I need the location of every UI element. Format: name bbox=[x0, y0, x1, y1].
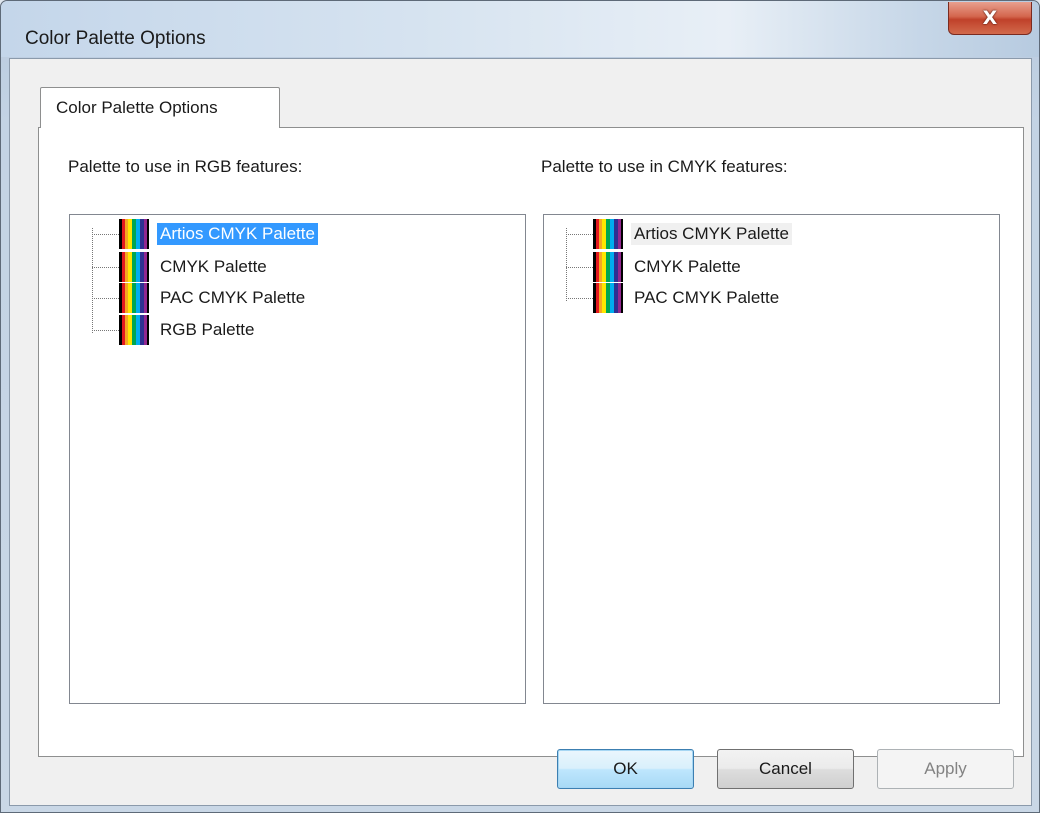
tree-item-label: PAC CMYK Palette bbox=[160, 288, 306, 307]
tree-item[interactable]: CMYK Palette bbox=[92, 252, 270, 282]
tree-item-label: PAC CMYK Palette bbox=[634, 288, 780, 307]
title-bar[interactable]: Color Palette Options X bbox=[1, 1, 1039, 57]
rgb-palette-label: Palette to use in RGB features: bbox=[68, 157, 303, 176]
tree-item[interactable]: Artios CMYK Palette bbox=[92, 219, 318, 249]
dialog-window: Color Palette Options X Color Palette Op… bbox=[0, 0, 1040, 813]
rgb-palette-tree[interactable]: Artios CMYK Palette CMYK Palette PAC CMY… bbox=[69, 214, 526, 704]
apply-button[interactable]: Apply bbox=[877, 749, 1014, 789]
tree-item-label: RGB Palette bbox=[160, 320, 255, 339]
tab-color-palette-options[interactable]: Color Palette Options bbox=[40, 87, 280, 128]
palette-swatch-icon bbox=[593, 219, 623, 249]
tree-item[interactable]: RGB Palette bbox=[92, 315, 258, 345]
tree-item-label: CMYK Palette bbox=[160, 257, 267, 276]
window-title: Color Palette Options bbox=[25, 28, 206, 49]
ok-button[interactable]: OK bbox=[557, 749, 694, 789]
palette-swatch-icon bbox=[593, 252, 623, 282]
cmyk-palette-label: Palette to use in CMYK features: bbox=[541, 157, 788, 176]
tab-panel: Palette to use in RGB features: Artios C… bbox=[38, 127, 1024, 757]
palette-swatch-icon bbox=[119, 315, 149, 345]
tree-item-label: CMYK Palette bbox=[634, 257, 741, 276]
tree-item-label: Artios CMYK Palette bbox=[157, 223, 318, 245]
palette-swatch-icon bbox=[119, 252, 149, 282]
tab-label: Color Palette Options bbox=[56, 98, 218, 117]
tree-item-label: Artios CMYK Palette bbox=[631, 223, 792, 245]
tree-item[interactable]: PAC CMYK Palette bbox=[566, 283, 782, 313]
cmyk-palette-tree[interactable]: Artios CMYK Palette CMYK Palette PAC CMY… bbox=[543, 214, 1000, 704]
dialog-client-area: Color Palette Options Palette to use in … bbox=[9, 58, 1032, 806]
tree-item[interactable]: PAC CMYK Palette bbox=[92, 283, 308, 313]
tree-item[interactable]: Artios CMYK Palette bbox=[566, 219, 792, 249]
tree-item[interactable]: CMYK Palette bbox=[566, 252, 744, 282]
palette-swatch-icon bbox=[119, 283, 149, 313]
close-icon: X bbox=[982, 7, 998, 29]
palette-swatch-icon bbox=[119, 219, 149, 249]
palette-swatch-icon bbox=[593, 283, 623, 313]
cancel-button[interactable]: Cancel bbox=[717, 749, 854, 789]
close-button[interactable]: X bbox=[948, 2, 1032, 35]
